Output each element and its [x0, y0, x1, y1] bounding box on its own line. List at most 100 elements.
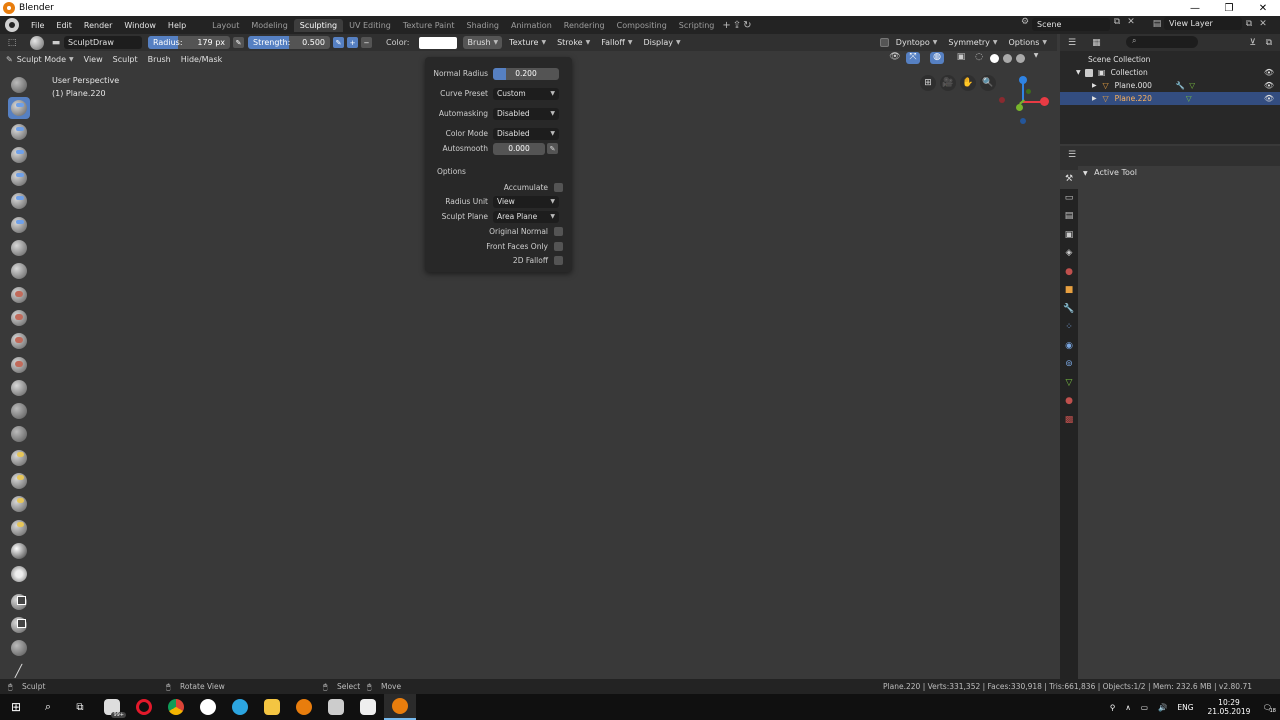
taskbar-app-mail[interactable]: 99+	[96, 694, 128, 720]
view-layer-field[interactable]: View Layer	[1164, 17, 1242, 30]
subtract-direction-icon[interactable]: −	[361, 37, 372, 48]
taskbar-app-chrome[interactable]	[160, 694, 192, 720]
tool-clay[interactable]	[8, 121, 30, 143]
blender-menu-icon[interactable]	[5, 18, 19, 32]
symmetry-dropdown[interactable]: Symmetry ▼	[944, 36, 1001, 49]
tab-output-icon[interactable]: ▤	[1060, 207, 1078, 226]
strength-pressure-icon[interactable]: ✎	[333, 37, 344, 48]
minimize-button[interactable]: —	[1178, 0, 1212, 16]
tab-scripting[interactable]: Scripting	[673, 19, 721, 32]
tool-mesh-filter[interactable]	[8, 614, 30, 636]
tool-lasso-mask[interactable]	[8, 563, 30, 585]
tool-scrape[interactable]	[8, 330, 30, 352]
notification-center-icon[interactable]: 🗨 18	[1262, 703, 1276, 714]
brush-preview-icon[interactable]	[30, 35, 44, 50]
material-shading-icon[interactable]	[1003, 53, 1012, 63]
menu-sculpt[interactable]: Sculpt	[113, 55, 138, 64]
falloff-dropdown[interactable]: Falloff ▼	[597, 36, 636, 49]
new-collection-icon[interactable]: ⧉	[1266, 38, 1272, 48]
upload-icon[interactable]: ⇪	[733, 20, 741, 31]
outliner-scene-collection[interactable]: Scene Collection	[1060, 53, 1280, 66]
taskbar-app-telegram[interactable]	[224, 694, 256, 720]
tab-constraints-icon[interactable]: ⊚	[1060, 355, 1078, 374]
wireframe-shading-icon[interactable]: ◌	[972, 52, 986, 64]
tab-layout[interactable]: Layout	[206, 19, 245, 32]
tab-shading[interactable]: Shading	[460, 19, 505, 32]
outliner-editor-icon[interactable]: ☰	[1068, 38, 1076, 48]
brush-color-swatch[interactable]	[419, 36, 458, 49]
display-mode-icon[interactable]: ▦	[1092, 38, 1101, 48]
volume-icon[interactable]: 🔊	[1158, 703, 1167, 712]
new-view-layer-icon[interactable]: ⧉	[1242, 19, 1256, 29]
color-mode-select[interactable]: Disabled ▼	[493, 127, 559, 140]
display-dropdown[interactable]: Display ▼	[639, 36, 684, 49]
options-dropdown[interactable]: Options ▼	[1005, 36, 1052, 49]
mode-selector[interactable]: ✎ Sculpt Mode ▼	[6, 55, 74, 64]
tab-particles-icon[interactable]: ⁘	[1060, 318, 1078, 337]
rendered-shading-icon[interactable]	[1016, 53, 1025, 63]
menu-hide-mask[interactable]: Hide/Mask	[181, 55, 223, 64]
gizmo-toggle-icon[interactable]: ⤧	[906, 52, 920, 64]
taskbar-app-explorer[interactable]	[256, 694, 288, 720]
remove-scene-icon[interactable]: ✕	[1124, 17, 1138, 31]
menu-help[interactable]: Help	[162, 21, 192, 30]
autosmooth-pressure-icon[interactable]: ✎	[547, 143, 558, 154]
hand-pan-icon[interactable]: ✋	[960, 75, 976, 91]
outliner-object-plane-000[interactable]: ▶ ▽ Plane.000 🔧 ▽ 👁	[1060, 79, 1280, 92]
tab-physics-icon[interactable]: ◉	[1060, 337, 1078, 356]
tab-texture-icon[interactable]: ▩	[1060, 411, 1078, 430]
tool-grab[interactable]	[8, 377, 30, 399]
autosmooth-field[interactable]: 0.000	[493, 142, 545, 155]
active-tool-panel[interactable]: ▼ Active Tool	[1083, 168, 1137, 177]
brush-dropdown[interactable]: Brush ▼	[463, 36, 503, 49]
stroke-dropdown[interactable]: Stroke ▼	[553, 36, 594, 49]
tool-crease[interactable]	[8, 237, 30, 259]
solid-shading-icon[interactable]	[990, 53, 999, 63]
radius-unit-select[interactable]: View ▼	[493, 195, 559, 208]
texture-dropdown[interactable]: Texture ▼	[505, 36, 550, 49]
search-button[interactable]: ⌕	[32, 694, 64, 720]
outliner-object-plane-220[interactable]: ▶ ▽ Plane.220 ▽ 👁	[1060, 92, 1280, 105]
tab-sculpting[interactable]: Sculpting	[293, 18, 344, 32]
automasking-select[interactable]: Disabled ▼	[493, 107, 559, 120]
zoom-icon[interactable]: 🔍	[980, 75, 996, 91]
scene-icon[interactable]: ⚙	[1018, 17, 1032, 31]
tool-blob[interactable]	[8, 214, 30, 236]
taskbar-app-zbrush[interactable]	[352, 694, 384, 720]
clock[interactable]: 10:29 21.05.2019	[1208, 698, 1251, 716]
tab-rendering[interactable]: Rendering	[558, 19, 611, 32]
tool-snake-hook[interactable]	[8, 400, 30, 422]
tool-fill[interactable]	[8, 307, 30, 329]
tool-simplify[interactable]	[8, 493, 30, 515]
xray-icon[interactable]: ▣	[954, 52, 968, 64]
tab-mesh-data-icon[interactable]: ▽	[1060, 374, 1078, 393]
tool-flatten[interactable]	[8, 284, 30, 306]
tab-compositing[interactable]: Compositing	[611, 19, 673, 32]
tool-nudge[interactable]	[8, 447, 30, 469]
eye-icon[interactable]: 👁	[1264, 94, 1274, 103]
network-icon[interactable]: ▭	[1141, 703, 1148, 712]
tool-layer[interactable]	[8, 167, 30, 189]
falloff-2d-checkbox[interactable]	[554, 255, 563, 265]
normal-radius-slider[interactable]: 0.200	[493, 67, 559, 80]
task-view-button[interactable]: ⧉	[64, 694, 96, 720]
menu-brush[interactable]: Brush	[148, 55, 171, 64]
add-workspace-icon[interactable]: +	[722, 20, 730, 31]
tool-mask[interactable]	[8, 517, 30, 539]
tool-thumb[interactable]	[8, 423, 30, 445]
tool-clay-strips[interactable]	[8, 144, 30, 166]
outliner-collection[interactable]: ▼ ▣ Collection 👁	[1060, 66, 1280, 79]
menu-edit[interactable]: Edit	[50, 21, 78, 30]
taskbar-app-w[interactable]	[192, 694, 224, 720]
new-scene-icon[interactable]: ⧉	[1110, 17, 1124, 31]
dyntopo-checkbox[interactable]	[879, 38, 889, 47]
taskbar-app-blender[interactable]	[384, 694, 416, 720]
visibility-icon[interactable]: 👁	[888, 52, 902, 64]
tab-object-icon[interactable]: ■	[1060, 281, 1078, 300]
remove-view-layer-icon[interactable]: ✕	[1256, 19, 1270, 29]
language-indicator[interactable]: ENG	[1177, 703, 1193, 712]
refresh-icon[interactable]: ↻	[743, 20, 751, 31]
tab-render-icon[interactable]: ▭	[1060, 189, 1078, 208]
menu-file[interactable]: File	[25, 21, 50, 30]
properties-editor-icon[interactable]: ☰	[1068, 150, 1076, 160]
